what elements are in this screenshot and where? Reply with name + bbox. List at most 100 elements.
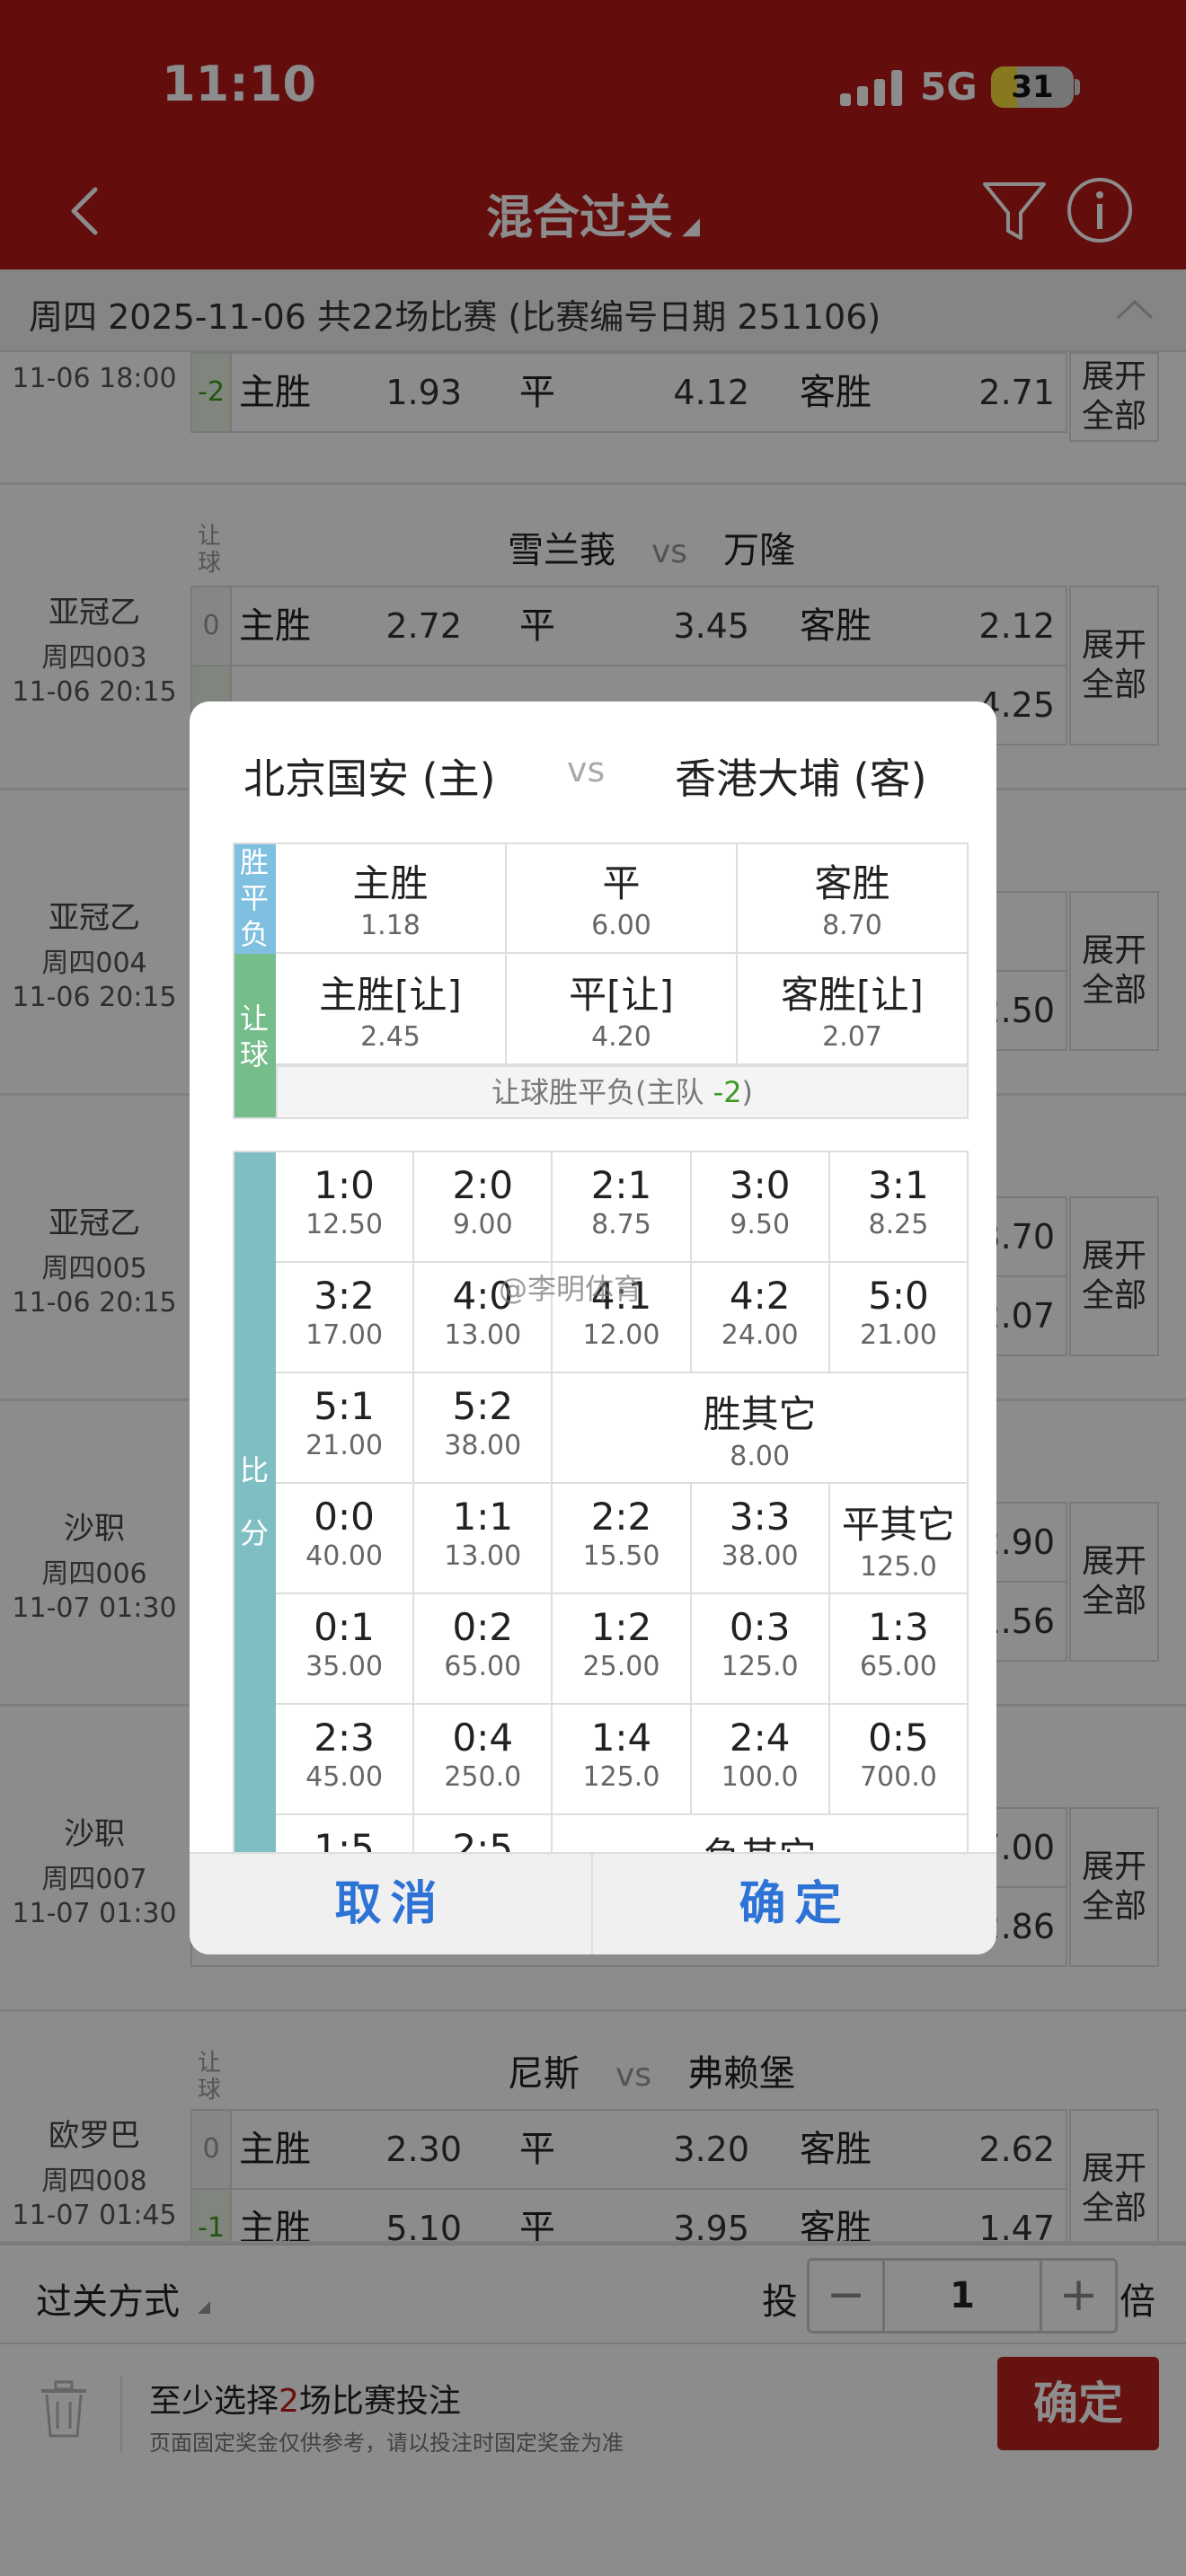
score-label: 3:2 xyxy=(314,1274,375,1318)
score-option[interactable]: 1:5 xyxy=(276,1815,415,1852)
side-char: 让 xyxy=(239,1001,269,1036)
score-label: 3:1 xyxy=(868,1163,929,1207)
score-label: 平其它 xyxy=(841,1503,955,1547)
score-label: 1:0 xyxy=(314,1163,375,1207)
score-option[interactable]: 0:5 700.0 xyxy=(829,1705,969,1815)
score-option[interactable]: 3:3 38.00 xyxy=(691,1484,830,1594)
score-option[interactable]: 0:2 65.00 xyxy=(414,1594,553,1705)
score-option[interactable]: 2:2 15.50 xyxy=(553,1484,692,1594)
score-option[interactable]: 0:4 250.0 xyxy=(414,1705,553,1815)
score-odds: 17.00 xyxy=(305,1319,384,1351)
score-label: 0:5 xyxy=(868,1716,929,1760)
score-label: 0:2 xyxy=(452,1605,514,1649)
side-char: 负 xyxy=(239,917,269,951)
score-odds: 250.0 xyxy=(444,1761,522,1793)
score-option[interactable]: 5:0 21.00 xyxy=(829,1263,969,1373)
modal-header: 北京国安 (主) vs 香港大埔 (客) xyxy=(190,701,996,836)
score-label: 2:4 xyxy=(729,1716,791,1760)
score-option[interactable]: 2:1 8.75 xyxy=(553,1152,692,1263)
score-option[interactable]: 2:0 9.00 xyxy=(414,1152,553,1263)
score-label: 4:2 xyxy=(729,1274,791,1318)
score-side-label: 比 分 xyxy=(233,1151,276,1852)
score-option[interactable]: 0:1 35.00 xyxy=(276,1594,415,1705)
score-option[interactable]: 4:2 24.00 xyxy=(691,1263,830,1373)
score-label: 5:1 xyxy=(314,1384,375,1428)
score-label: 3:3 xyxy=(729,1495,791,1539)
score-option[interactable]: 胜其它 8.00 xyxy=(553,1373,969,1484)
score-odds: 13.00 xyxy=(444,1319,522,1351)
score-label: 2:3 xyxy=(314,1716,375,1760)
modal-vs-label: vs xyxy=(567,750,606,790)
score-odds: 40.00 xyxy=(305,1540,384,1572)
score-option[interactable]: 5:2 38.00 xyxy=(414,1373,553,1484)
score-odds: 8.00 xyxy=(730,1441,791,1472)
score-label: 2:0 xyxy=(452,1163,514,1207)
option-label: 客胜[让] xyxy=(781,973,924,1017)
score-option[interactable]: 1:0 12.50 xyxy=(276,1152,415,1263)
option-odds: 6.00 xyxy=(591,910,651,941)
score-option[interactable]: 3:1 8.25 xyxy=(829,1152,969,1263)
score-label: 2:2 xyxy=(590,1495,652,1539)
score-label: 负其它 xyxy=(553,1826,967,1852)
modal-away-team: 香港大埔 (客) xyxy=(675,754,927,803)
rq-option-home[interactable]: 主胜[让] 2.45 xyxy=(276,954,507,1065)
option-odds: 2.07 xyxy=(822,1021,882,1053)
score-option[interactable]: 1:2 25.00 xyxy=(553,1594,692,1705)
score-label: 0:1 xyxy=(314,1605,375,1649)
modal-cancel-button[interactable]: 取消 xyxy=(190,1854,593,1954)
score-option[interactable]: 负其它 xyxy=(553,1815,969,1852)
score-label: 2:5 xyxy=(452,1826,514,1852)
score-label: 胜其它 xyxy=(703,1392,817,1436)
side-char: 胜 xyxy=(239,845,269,879)
score-odds: 65.00 xyxy=(444,1651,522,1682)
spf-option-draw[interactable]: 平 6.00 xyxy=(507,842,738,954)
score-option[interactable]: 3:2 17.00 xyxy=(276,1263,415,1373)
score-option[interactable]: 0:3 125.0 xyxy=(691,1594,830,1705)
score-odds: 8.75 xyxy=(591,1209,651,1240)
score-option[interactable]: 1:4 125.0 xyxy=(553,1705,692,1815)
score-odds: 12.50 xyxy=(305,1209,384,1240)
score-label: 0:4 xyxy=(452,1716,514,1760)
score-option[interactable]: 2:3 45.00 xyxy=(276,1705,415,1815)
rq-option-draw[interactable]: 平[让] 4.20 xyxy=(507,954,738,1065)
option-label: 主胜[让] xyxy=(319,973,462,1017)
score-option[interactable]: 1:3 65.00 xyxy=(829,1594,969,1705)
score-label: 5:2 xyxy=(452,1384,514,1428)
score-odds: 35.00 xyxy=(305,1651,384,1682)
modal-buttons: 取消 确定 xyxy=(190,1852,996,1954)
score-odds: 15.50 xyxy=(582,1540,660,1572)
score-label: 3:0 xyxy=(729,1163,791,1207)
handicap-note-prefix: 让球胜平负(主队 xyxy=(491,1075,713,1109)
score-odds: 21.00 xyxy=(305,1430,384,1461)
spf-option-away[interactable]: 客胜 8.70 xyxy=(738,842,969,954)
score-option[interactable]: 2:4 100.0 xyxy=(691,1705,830,1815)
option-odds: 8.70 xyxy=(822,910,882,941)
score-option[interactable]: 2:5 xyxy=(414,1815,553,1852)
score-option[interactable]: 3:0 9.50 xyxy=(691,1152,830,1263)
handicap-note: 让球胜平负(主队 -2) xyxy=(276,1065,969,1119)
score-odds: 21.00 xyxy=(859,1319,937,1351)
score-odds: 700.0 xyxy=(859,1761,937,1793)
modal-home-team: 北京国安 (主) xyxy=(243,754,496,803)
modal-confirm-button[interactable]: 确定 xyxy=(593,1854,996,1954)
score-option[interactable]: 0:0 40.00 xyxy=(276,1484,415,1594)
score-option[interactable]: 平其它 125.0 xyxy=(829,1484,969,1594)
score-odds: 38.00 xyxy=(721,1540,799,1572)
score-label: 2:1 xyxy=(590,1163,652,1207)
side-char: 球 xyxy=(239,1037,269,1072)
option-label: 客胜 xyxy=(814,861,890,905)
handicap-note-suffix: ) xyxy=(741,1075,754,1109)
score-odds: 25.00 xyxy=(582,1651,660,1682)
option-odds: 2.45 xyxy=(360,1021,420,1053)
score-option[interactable]: 5:1 21.00 xyxy=(276,1373,415,1484)
side-char: 分 xyxy=(239,1515,269,1550)
rq-option-away[interactable]: 客胜[让] 2.07 xyxy=(738,954,969,1065)
score-option[interactable]: 1:1 13.00 xyxy=(414,1484,553,1594)
spf-option-home[interactable]: 主胜 1.18 xyxy=(276,842,507,954)
score-odds: 9.50 xyxy=(730,1209,791,1240)
score-odds: 8.25 xyxy=(868,1209,929,1240)
score-label: 5:0 xyxy=(868,1274,929,1318)
score-odds: 125.0 xyxy=(859,1551,937,1583)
score-odds: 38.00 xyxy=(444,1430,522,1461)
match-odds-modal: 北京国安 (主) vs 香港大埔 (客) 胜 平 负 主胜 1.18 平 6.0… xyxy=(190,701,996,1954)
